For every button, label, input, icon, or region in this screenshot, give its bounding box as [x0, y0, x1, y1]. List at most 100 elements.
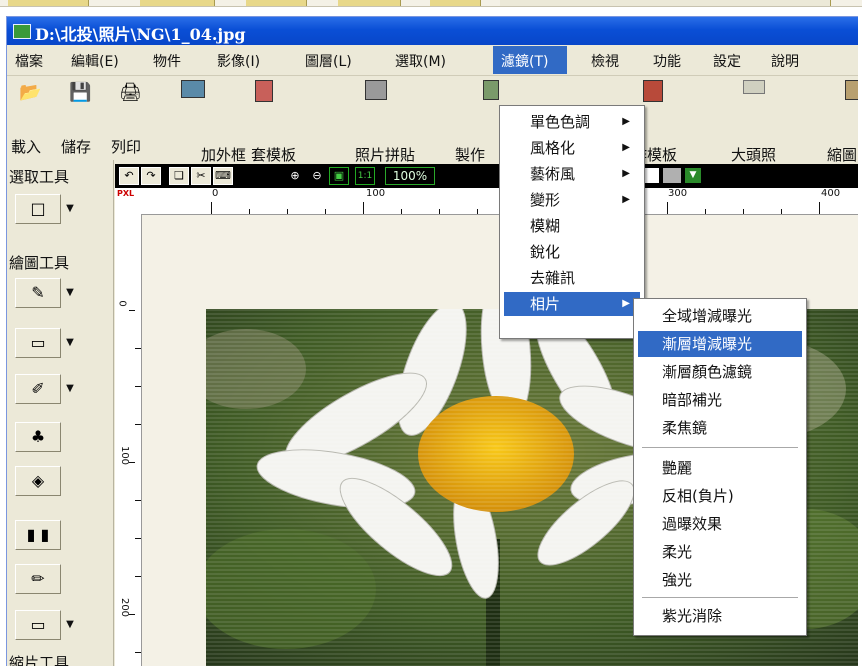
thumbnail-button[interactable]: 縮圖 — [787, 76, 858, 164]
stamp-tool[interactable]: ♣ — [15, 422, 61, 452]
photo-item-label: 暗部補光 — [662, 391, 723, 409]
paste-button[interactable]: ⌨ — [213, 167, 233, 185]
top-tab-flip[interactable] — [246, 0, 307, 6]
ruler-top-300: 300 — [668, 188, 688, 199]
undo-icon: ↶ — [124, 169, 134, 182]
menu-edit[interactable]: 編輯(E) — [71, 51, 119, 71]
submenu-arrow-icon: ▶ — [622, 298, 630, 309]
submenu-arrow-icon: ▶ — [622, 168, 630, 179]
photo-item-gradient-exposure[interactable]: 漸層增減曝光 — [638, 331, 802, 357]
zoom-out-button[interactable]: ⊖ — [307, 167, 327, 185]
photo-item-label: 強光 — [662, 571, 693, 589]
zoom-in-button[interactable]: ⊕ — [285, 167, 305, 185]
brush-dropdown[interactable]: ▼ — [63, 278, 77, 308]
top-tab-mask[interactable] — [430, 0, 481, 6]
eraser-dropdown[interactable]: ▼ — [63, 328, 77, 358]
filter-item-artistic[interactable]: 藝術風 ▶ — [504, 162, 640, 186]
photo-item-soft-focus[interactable]: 柔焦鏡 — [638, 415, 802, 441]
menu-settings[interactable]: 設定 — [713, 51, 741, 71]
ruler-top-400: 400 — [821, 188, 841, 199]
rect-select-dropdown[interactable]: ▼ — [63, 194, 77, 224]
eraser-tool[interactable]: ▭ — [15, 328, 61, 358]
zoom-level[interactable]: 100% — [385, 167, 435, 185]
photo-item-hard-light[interactable]: 強光 — [638, 567, 802, 593]
pencil-tool[interactable]: ✐ — [15, 374, 61, 404]
pencil-dropdown[interactable]: ▼ — [63, 374, 77, 404]
filter-item-label: 變形 — [530, 191, 561, 209]
photo-item-negative[interactable]: 反相(負片) — [638, 483, 802, 509]
fit-window-icon: ▣ — [333, 169, 345, 182]
app-window: D:\北投\照片\NG\1_04.jpg 檔案 編輯(E) 物件 影像(I) 圖… — [6, 16, 858, 666]
photo-item-purple-fringe-removal[interactable]: 紫光消除 — [638, 603, 802, 629]
ruler-top-100: 100 — [366, 188, 386, 199]
fill-bucket-icon: ◈ — [31, 471, 45, 490]
menu-image[interactable]: 影像(I) — [217, 51, 260, 71]
print-label: 列印 — [111, 138, 142, 156]
shape-dropdown[interactable]: ▼ — [63, 610, 77, 640]
fill-tool[interactable]: ◈ — [15, 466, 61, 496]
print-button[interactable]: 🖨 列印 — [107, 76, 153, 160]
fit-window-button[interactable]: ▣ — [329, 167, 349, 185]
top-tab-more[interactable] — [500, 0, 831, 6]
menu-select[interactable]: 選取(M) — [395, 51, 446, 71]
menu-bar: 檔案 編輯(E) 物件 影像(I) 圖層(L) 選取(M) 濾鏡(T) 檢視 功… — [7, 45, 858, 76]
thumbnail-label: 縮圖 — [827, 146, 858, 164]
load-label: 載入 — [11, 138, 42, 156]
rect-select-tool[interactable]: □ — [15, 194, 61, 224]
filter-item-blur[interactable]: 模糊 — [504, 214, 640, 238]
menu-function[interactable]: 功能 — [653, 51, 681, 71]
filter-item-denoise[interactable]: 去雜訊 — [504, 266, 640, 290]
photo-item-gradient-color-filter[interactable]: 漸層顏色濾鏡 — [638, 359, 802, 385]
submenu-arrow-icon: ▶ — [622, 142, 630, 153]
add-frame-button[interactable]: 加外框 — [157, 76, 246, 164]
menu-object[interactable]: 物件 — [153, 51, 181, 71]
photo-item-soft-light[interactable]: 柔光 — [638, 539, 802, 565]
photo-item-global-exposure[interactable]: 全域增減曝光 — [638, 303, 802, 329]
actual-size-button[interactable]: 1:1 — [355, 167, 375, 185]
filter-item-sharpen[interactable]: 銳化 — [504, 240, 640, 264]
apply-template-button[interactable]: 套模板 — [223, 76, 296, 164]
filter-item-photo[interactable]: 相片 ▶ — [504, 292, 640, 316]
filter-item-distort[interactable]: 變形 ▶ — [504, 188, 640, 212]
make-button[interactable]: 製作 — [389, 76, 499, 164]
background-color-swatch[interactable] — [663, 168, 681, 183]
top-tab-gradient[interactable] — [140, 0, 215, 6]
main-toolbar: 📂 載入 💾 儲存 🖨 列印 加外框 套模板 照片拼貼 製作 製作模板 大頭照 … — [7, 76, 858, 164]
photo-item-vivid[interactable]: 艷麗 — [638, 455, 802, 481]
top-tab-frame[interactable] — [8, 0, 89, 6]
left-ruler: 0 100 200 — [115, 214, 142, 666]
ruler-unit: PXL — [117, 189, 135, 198]
menu-help[interactable]: 說明 — [771, 51, 799, 71]
eyedropper-tool[interactable]: ✏ — [15, 564, 61, 594]
menu-filter[interactable]: 濾鏡(T) — [501, 51, 548, 71]
menu-separator — [642, 597, 798, 598]
rect-select-icon: □ — [30, 199, 46, 218]
redo-button[interactable]: ↷ — [141, 167, 161, 185]
photo-item-label: 柔光 — [662, 543, 693, 561]
load-button[interactable]: 📂 載入 — [7, 76, 53, 160]
collage-button[interactable]: 照片拼貼 — [289, 76, 415, 164]
cut-button[interactable]: ✂ — [191, 167, 211, 185]
open-folder-icon: 📂 — [19, 82, 42, 103]
save-button[interactable]: 💾 儲存 — [57, 76, 103, 160]
menu-file[interactable]: 檔案 — [15, 51, 43, 71]
make-label: 製作 — [455, 146, 486, 164]
menu-layer[interactable]: 圖層(L) — [305, 51, 352, 71]
photo-item-label: 全域增減曝光 — [662, 307, 753, 325]
filter-item-stylize[interactable]: 風格化 ▶ — [504, 136, 640, 160]
photo-item-overexposure[interactable]: 過曝效果 — [638, 511, 802, 537]
top-tab-image[interactable] — [338, 0, 401, 6]
shape-tool[interactable]: ▭ — [15, 610, 61, 640]
pattern-tool[interactable]: ▮ ▮ — [15, 520, 61, 550]
color-dropdown[interactable]: ▼ — [685, 168, 701, 183]
photo-item-label: 紫光消除 — [662, 607, 723, 625]
undo-button[interactable]: ↶ — [119, 167, 139, 185]
brush-tool[interactable]: ✎ — [15, 278, 61, 308]
copy-button[interactable]: ❏ — [169, 167, 189, 185]
photo-item-shadow-fill[interactable]: 暗部補光 — [638, 387, 802, 413]
make-icon — [483, 80, 499, 100]
filter-item-mono-tone[interactable]: 單色色調 ▶ — [504, 110, 640, 134]
id-photo-button[interactable]: 大頭照 — [687, 76, 776, 164]
menu-view[interactable]: 檢視 — [591, 51, 619, 71]
filter-item-label: 藝術風 — [530, 165, 576, 183]
